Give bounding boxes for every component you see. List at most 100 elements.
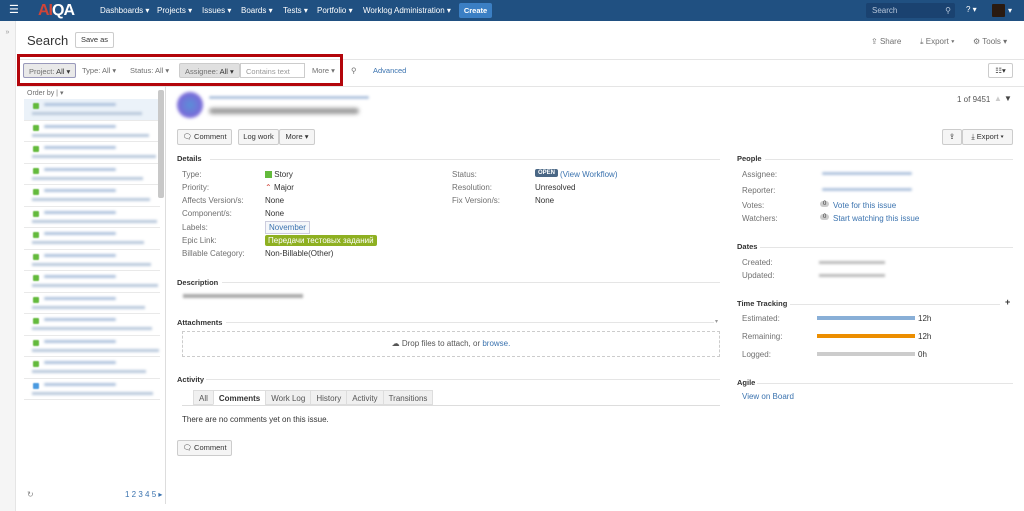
issue-type-icon [33,275,39,281]
refresh-icon[interactable]: ↻ [27,490,34,499]
add-comment-button[interactable]: 🗨 Comment [177,440,232,456]
issue-summary [32,370,146,373]
tab-all[interactable]: All [193,390,214,405]
view-on-board-link[interactable]: View on Board [742,392,794,401]
list-item[interactable] [24,121,160,142]
reporter-value[interactable] [822,188,912,191]
components-label: Component/s: [182,209,232,218]
tab-work-log[interactable]: Work Log [265,390,312,405]
labels-label: Labels: [182,223,208,232]
search-input[interactable]: Search ⚲ [866,3,955,18]
contains-text-input[interactable]: Contains text [240,63,305,78]
attachments-heading: Attachments [177,318,223,327]
view-workflow-link[interactable]: (View Workflow) [560,170,618,179]
issue-summary [32,284,158,287]
list-item[interactable] [24,379,160,400]
list-item[interactable] [24,336,160,357]
priority-label: Priority: [182,183,210,192]
issue-key [44,382,116,386]
prev-issue-icon[interactable]: ▲ [994,94,1002,103]
layout-switcher-button[interactable]: ☷▾ [988,63,1013,78]
nav-issues[interactable]: Issues ▾ [202,6,231,15]
watch-link[interactable]: Start watching this issue [833,214,919,223]
list-item[interactable] [24,164,160,185]
tab-history[interactable]: History [310,390,348,405]
list-item[interactable] [24,99,160,121]
list-item[interactable] [24,293,160,314]
nav-projects[interactable]: Projects ▾ [157,6,192,15]
issue-summary [32,133,149,137]
page-numbers[interactable]: 1 2 3 4 5 [125,490,156,499]
watchers-count: 0 [820,214,830,220]
pagination[interactable]: 1 2 3 4 5 ▸ [125,490,162,499]
next-issue-icon[interactable]: ▼ [1004,94,1012,103]
nav-boards[interactable]: Boards ▾ [241,6,273,15]
log-work-button[interactable]: Log work [238,129,279,145]
add-comment-label: Comment [194,443,227,452]
order-by-button[interactable]: Order by | ▾ [17,86,165,99]
list-item[interactable] [24,142,160,164]
assignee-filter[interactable]: Assignee: All ▾ [179,63,240,78]
sidebar-expand-icon[interactable]: » [0,21,16,511]
search-icon[interactable]: ⚲ [346,63,362,78]
export-issue-button[interactable]: ⤓ Export ▾ [962,129,1013,145]
label-tag[interactable]: November [265,221,310,234]
attachments-options-icon[interactable]: ▾ [715,318,718,325]
list-item[interactable] [24,207,160,228]
affects-value: None [265,196,285,205]
share-icon-button[interactable]: ⇪ [942,129,962,145]
nav-tests[interactable]: Tests ▾ [283,6,308,15]
browse-link[interactable]: browse. [482,339,510,348]
avatar-chevron-icon[interactable]: ▾ [1008,6,1012,15]
share-button[interactable]: ⇪ Share [871,37,901,46]
nav-worklog[interactable]: Worklog Administration ▾ [363,6,451,15]
votes-label: Votes: [742,201,765,210]
vote-link[interactable]: Vote for this issue [833,201,896,210]
help-icon[interactable]: ? ▾ [966,5,977,14]
tab-comments[interactable]: Comments [212,390,267,405]
nav-portfolio[interactable]: Portfolio ▾ [317,6,353,15]
type-value: Story [265,170,293,179]
export-button[interactable]: ⤓ Export ▾ [920,37,954,47]
issue-key [44,189,116,192]
epic-tag[interactable]: Передачи тестовых заданий [265,235,377,246]
create-button[interactable]: Create [459,3,492,18]
issue-key [44,361,116,364]
issue-summary [32,305,145,309]
type-label: Type: [182,170,202,179]
tools-button[interactable]: ⚙ Tools ▾ [973,37,1007,46]
advanced-link[interactable]: Advanced [368,63,411,78]
nav-dashboards[interactable]: Dashboards ▾ [100,6,149,15]
issue-key [44,339,116,343]
type-filter[interactable]: Type: All ▾ [77,63,121,78]
tab-activity[interactable]: Activity [346,390,384,405]
save-as-button[interactable]: Save as [75,32,114,48]
story-icon [265,171,272,178]
assignee-value[interactable] [822,172,912,175]
menu-icon[interactable]: ☰ [9,3,19,16]
issue-summary [32,112,142,115]
people-heading: People [737,154,762,163]
project-filter[interactable]: Project: All ▾ [23,63,77,78]
avatar[interactable] [992,4,1005,17]
attachment-dropzone[interactable]: ☁ Drop files to attach, or browse. [182,331,720,357]
scrollbar[interactable] [158,90,164,198]
list-item[interactable] [24,228,160,250]
status-filter[interactable]: Status: All ▾ [125,63,174,78]
more-button[interactable]: More ▾ [279,129,315,145]
tab-transitions[interactable]: Transitions [382,390,434,405]
issue-counter: 1 of 9451 [957,95,991,104]
list-item[interactable] [24,357,160,379]
issue-type-icon [33,296,39,303]
logo[interactable]: AIQA [38,2,75,20]
status-badge: OPEN [535,169,559,177]
list-item[interactable] [24,271,160,293]
breadcrumb[interactable] [209,96,369,99]
add-time-icon[interactable]: + [1005,297,1010,307]
list-item[interactable] [24,314,160,336]
list-item[interactable] [24,185,160,207]
list-item[interactable] [24,250,160,271]
activity-tabs: All Comments Work Log History Activity Transi… [193,390,434,405]
comment-button[interactable]: 🗨 Comment [177,129,232,145]
more-filter[interactable]: More ▾ [307,63,340,78]
